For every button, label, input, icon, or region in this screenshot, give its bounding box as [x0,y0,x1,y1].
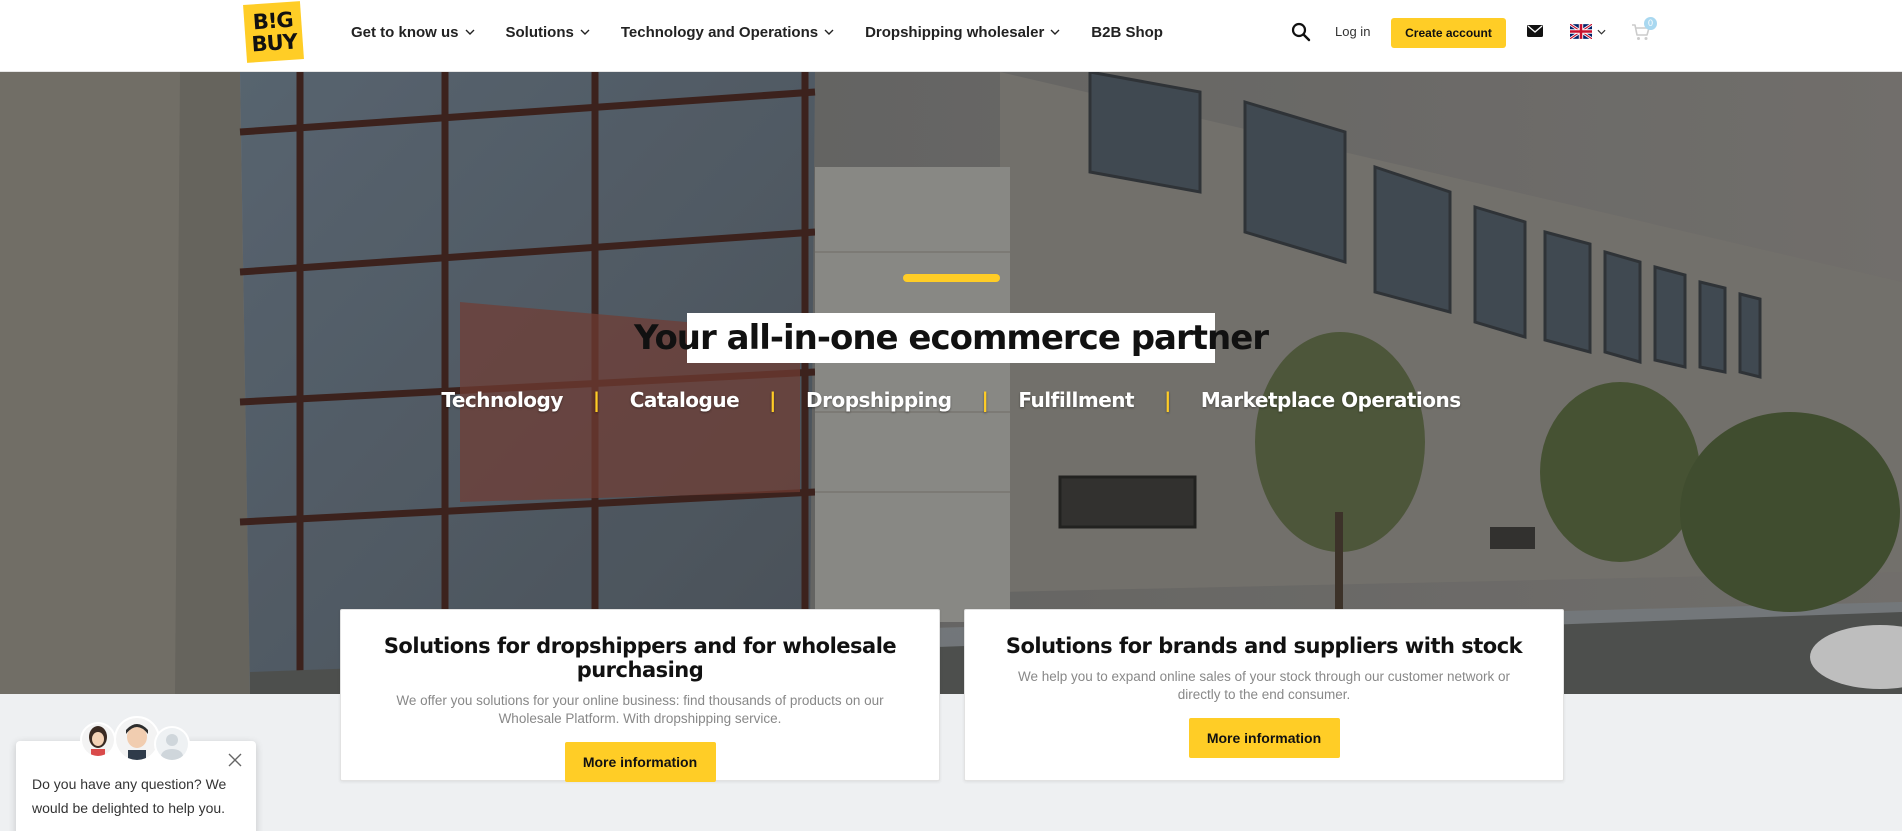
card-title: Solutions for brands and suppliers with … [1005,634,1523,658]
agent-avatar-placeholder [154,726,190,762]
nav-b2b-shop[interactable]: B2B Shop [1091,24,1163,41]
card-title: Solutions for dropshippers and for whole… [383,634,897,682]
hero-accent-bar [903,274,1000,282]
chevron-down-icon [580,29,590,35]
agent-avatar-male [114,716,160,762]
main-nav: Get to know us Solutions Technology and … [351,0,1194,64]
tag-marketplace-operations: Marketplace Operations [1200,388,1461,412]
card-text: We offer you solutions for your online b… [396,693,884,726]
nav-get-to-know-us[interactable]: Get to know us [351,24,475,41]
card-text: We help you to expand online sales of yo… [1017,669,1511,702]
nav-label: Dropshipping wholesaler [865,23,1045,41]
nav-dropshipping-wholesaler[interactable]: Dropshipping wholesaler [865,24,1060,41]
hero-banner: Your all-in-one ecommerce partner Techno… [0,72,1902,694]
tag-separator: | [592,388,600,412]
close-icon[interactable] [228,753,242,767]
more-information-button[interactable]: More information [564,742,716,782]
uk-flag-icon[interactable] [1570,24,1592,39]
tag-separator: | [981,388,989,412]
nav-label: B2B Shop [1091,23,1163,41]
tag-separator: | [769,388,776,412]
nav-label: Solutions [505,23,574,41]
bigbuy-logo[interactable]: B!G BUY [243,1,304,63]
nav-technology-operations[interactable]: Technology and Operations [621,24,834,41]
brands-suppliers-card: Solutions for brands and suppliers with … [964,609,1564,781]
nav-label: Get to know us [351,23,459,41]
tag-catalogue: Catalogue [629,388,740,412]
more-information-button[interactable]: More information [1188,718,1340,758]
logo-text-bottom: BUY [250,29,298,57]
chevron-down-icon [824,29,834,35]
nav-solutions[interactable]: Solutions [506,24,590,41]
chevron-down-icon [1050,29,1060,35]
hero-title: Your all-in-one ecommerce partner [634,313,1269,363]
search-icon[interactable] [1290,21,1312,43]
create-account-button[interactable]: Create account [1391,18,1506,48]
warehouse-building-image [0,72,1902,694]
tag-dropshipping: Dropshipping [805,388,952,412]
tag-separator: | [1164,388,1171,412]
chevron-down-icon[interactable] [1597,28,1606,36]
mail-icon[interactable] [1527,24,1543,38]
chat-message: Do you have any question? We would be de… [32,776,227,816]
nav-label: Technology and Operations [620,23,819,41]
agent-avatar-female [80,722,116,758]
tag-technology: Technology [441,388,563,412]
login-link[interactable]: Log in [1335,24,1370,39]
chevron-down-icon [465,29,475,35]
tag-fulfillment: Fulfillment [1018,388,1135,412]
hero-tagline: Technology | Catalogue | Dropshipping | … [0,388,1902,412]
cart-count-badge: 0 [1644,17,1657,30]
dropshippers-card: Solutions for dropshippers and for whole… [340,609,940,782]
site-header: B!G BUY Get to know us Solutions Technol… [0,0,1902,72]
